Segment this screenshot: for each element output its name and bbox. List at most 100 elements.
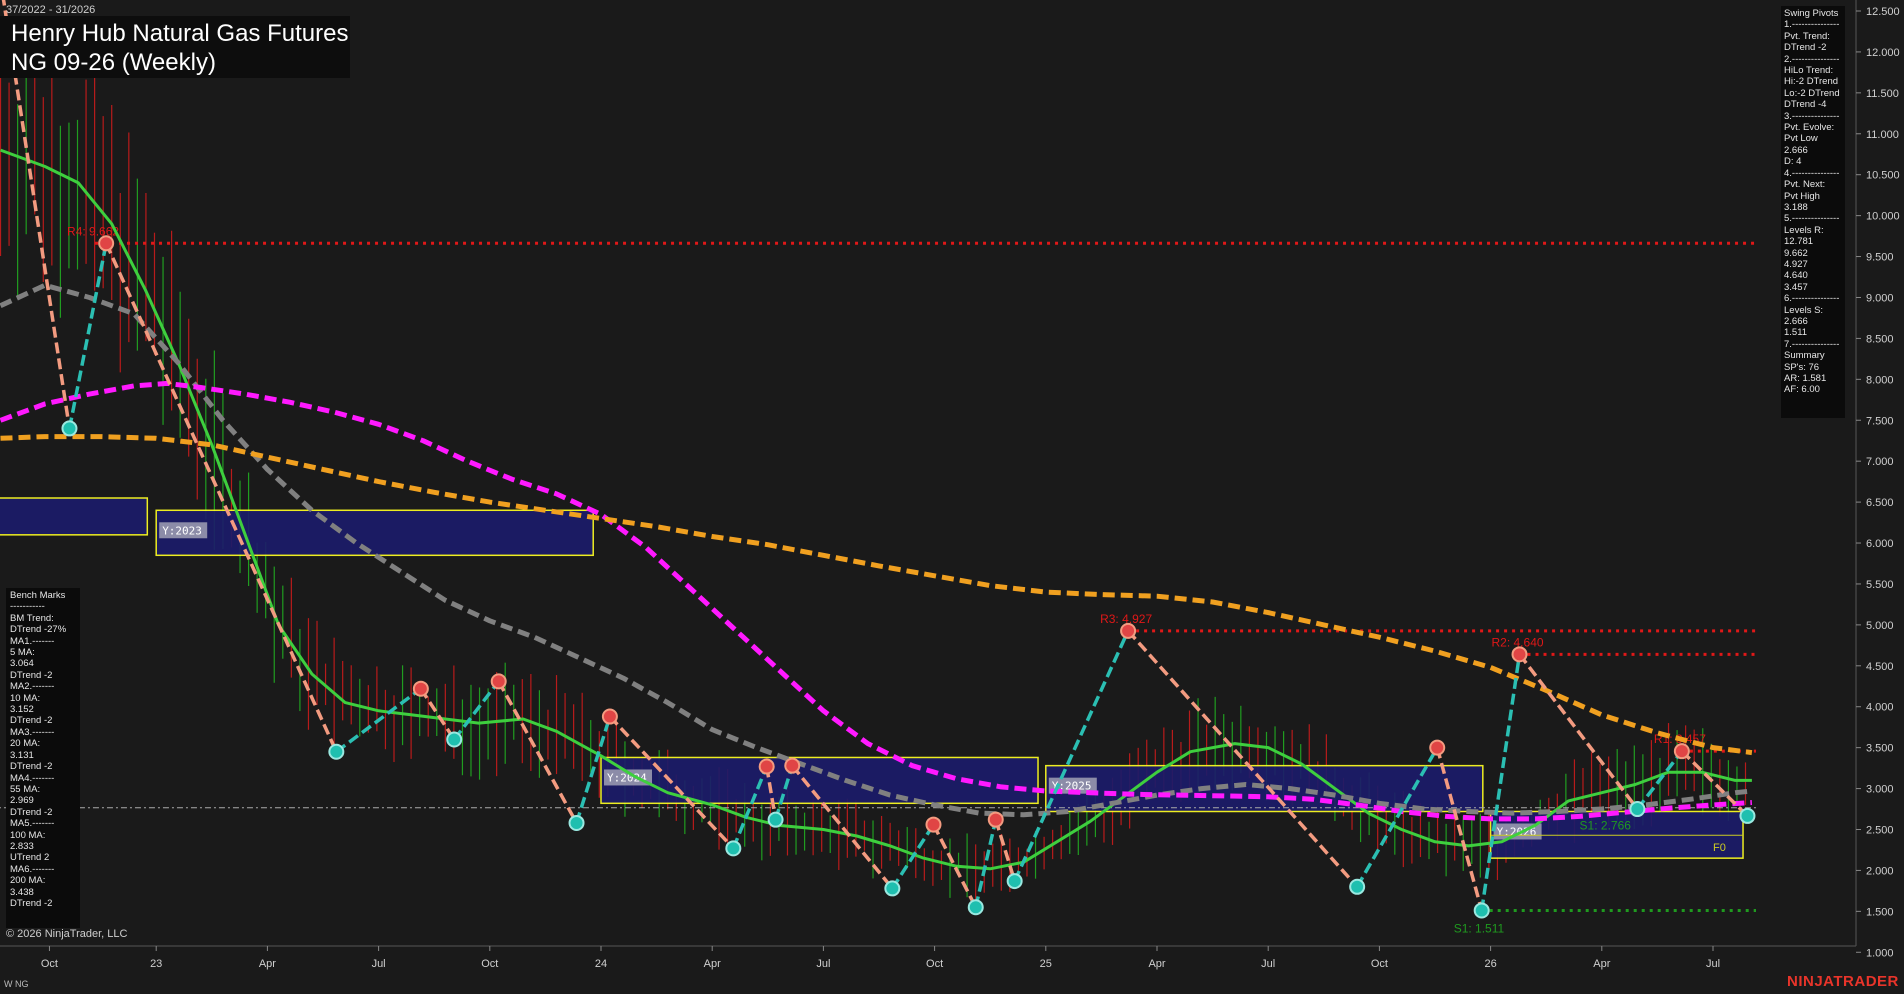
panel-line: 3.438 <box>10 886 34 898</box>
chart-title: Henry Hub Natural Gas Futures <box>11 20 349 47</box>
pivot-low-marker <box>1349 878 1366 895</box>
panel-line: Lo:-2 DTrend <box>1784 87 1840 99</box>
panel-line: 4.--------------- <box>1784 167 1840 179</box>
x-tick-label: Jul <box>1706 958 1720 970</box>
panel-line: D: 4 <box>1784 156 1802 168</box>
panel-line: AF: 6.00 <box>1784 384 1820 396</box>
x-tick-label: Jul <box>816 958 830 970</box>
y-tick-label: 7.500 <box>1866 415 1894 427</box>
x-tick-label: Apr <box>704 958 721 970</box>
panel-line: DTrend -2 <box>10 669 53 681</box>
panel-line: ----------- <box>10 601 45 613</box>
panel-line: 1.--------------- <box>1784 19 1840 31</box>
panel-line: MA5.------- <box>10 818 55 830</box>
y-tick-label: 10.500 <box>1866 170 1900 182</box>
panel-line: 4.927 <box>1784 258 1808 270</box>
x-tick-label: Oct <box>41 958 58 970</box>
y-tick-label: 12.500 <box>1866 6 1900 18</box>
x-tick-label: Apr <box>1148 958 1165 970</box>
x-tick-label: Jul <box>372 958 386 970</box>
pivot-high-marker <box>1673 743 1690 760</box>
pivot-low-marker <box>1006 873 1023 890</box>
y-tick-label: 10.000 <box>1866 211 1900 223</box>
y-tick-label: 1.500 <box>1866 906 1894 918</box>
panel-line: Swing Pivots <box>1784 8 1839 19</box>
year-zone-box <box>155 509 594 557</box>
level-label: S1: 1.511 <box>1454 921 1505 935</box>
panel-line: 2.666 <box>1784 144 1808 156</box>
panel-line: 3.188 <box>1784 201 1808 213</box>
y-tick-label: 4.500 <box>1866 661 1894 673</box>
panel-line: 55 MA: <box>10 783 41 795</box>
panel-line: 200 MA: <box>10 875 46 887</box>
copyright-text: © 2026 NinjaTrader, LLC <box>6 928 128 940</box>
y-tick-label: 12.000 <box>1866 47 1900 59</box>
panel-line: Pvt Low <box>1784 133 1818 145</box>
panel-line: DTrend -2 <box>10 761 53 773</box>
y-tick-label: 9.000 <box>1866 292 1894 304</box>
pivot-low-marker <box>1739 807 1756 824</box>
y-tick-label: 8.500 <box>1866 333 1894 345</box>
pivot-high-marker <box>601 708 618 725</box>
y-tick-label: 5.000 <box>1866 620 1894 632</box>
pivot-high-marker <box>412 680 429 697</box>
y-tick-label: 9.500 <box>1866 252 1894 264</box>
panel-line: 3.--------------- <box>1784 110 1840 122</box>
panel-line: DTrend -2 <box>1784 42 1827 54</box>
panel-line: 5 MA: <box>10 647 35 659</box>
y-tick-label: 3.000 <box>1866 784 1894 796</box>
date-range-label: 37/2022 - 31/2026 <box>6 4 96 16</box>
y-tick-label: 4.000 <box>1866 702 1894 714</box>
pivot-high-marker <box>98 235 115 252</box>
y-tick-label: 2.500 <box>1866 825 1894 837</box>
year-zone-label: Y:2023 <box>162 524 202 537</box>
x-tick-label: Oct <box>926 958 943 970</box>
f0-label: F0 <box>1713 842 1726 854</box>
pivot-low-marker <box>725 840 742 857</box>
pivot-low-marker <box>328 743 345 760</box>
panel-line: DTrend -2 <box>10 806 53 818</box>
panel-line: 2.969 <box>10 795 34 807</box>
panel-line: MA1.------- <box>10 635 55 647</box>
panel-line: UTrend 2 <box>10 852 50 864</box>
panel-line: 3.064 <box>10 658 34 670</box>
pivot-high-marker <box>1511 646 1528 663</box>
footer-symbol: W NG <box>4 979 29 989</box>
y-tick-label: 2.000 <box>1866 865 1894 877</box>
x-tick-label: Jul <box>1261 958 1275 970</box>
panel-line: DTrend -2 <box>10 897 53 909</box>
panel-line: 1.511 <box>1784 327 1808 339</box>
pivot-high-marker <box>1429 739 1446 756</box>
panel-line: 7.--------------- <box>1784 338 1840 350</box>
panel-line: 3.131 <box>10 749 34 761</box>
panel-line: 12.781 <box>1784 236 1814 248</box>
x-tick-label: Oct <box>481 958 498 970</box>
y-tick-label: 8.000 <box>1866 374 1894 386</box>
x-tick-label: Apr <box>1593 958 1610 970</box>
panel-line: BM Trend: <box>10 612 54 624</box>
panel-line: AR: 1.581 <box>1784 373 1827 384</box>
panel-line: 5.--------------- <box>1784 213 1840 225</box>
x-tick-label: 23 <box>150 958 162 970</box>
panel-line: Levels R: <box>1784 224 1824 236</box>
panel-line: Levels S: <box>1784 304 1824 316</box>
pivot-low-marker <box>1473 902 1490 919</box>
panel-line: Summary <box>1784 350 1825 362</box>
y-tick-label: 11.500 <box>1866 88 1899 100</box>
pivot-high-marker <box>490 673 507 690</box>
y-tick-label: 7.000 <box>1866 456 1894 468</box>
panel-line: DTrend -4 <box>1784 99 1827 111</box>
panel-line: SP's: 76 <box>1784 361 1820 373</box>
panel-line: Pvt. Evolve: <box>1784 122 1835 134</box>
pivot-high-marker <box>1120 622 1137 639</box>
bench-marks-panel: Bench Marks ----------- BM Trend: DTrend -2… <box>6 588 80 928</box>
panel-line: MA6.------- <box>10 863 55 875</box>
price-chart[interactable]: Y:2023Y:2024Y:2025Y:2026 R4: 9.662R3: 4.… <box>0 0 1904 994</box>
panel-line: 6.--------------- <box>1784 293 1840 305</box>
panel-line: 100 MA: <box>10 829 46 841</box>
x-tick-label: Oct <box>1371 958 1388 970</box>
ninjatrader-logo: NINJATRADER <box>1787 973 1899 990</box>
pivot-low-marker <box>967 899 984 916</box>
panel-line: 4.640 <box>1784 270 1808 282</box>
panel-line: 2.--------------- <box>1784 53 1840 65</box>
